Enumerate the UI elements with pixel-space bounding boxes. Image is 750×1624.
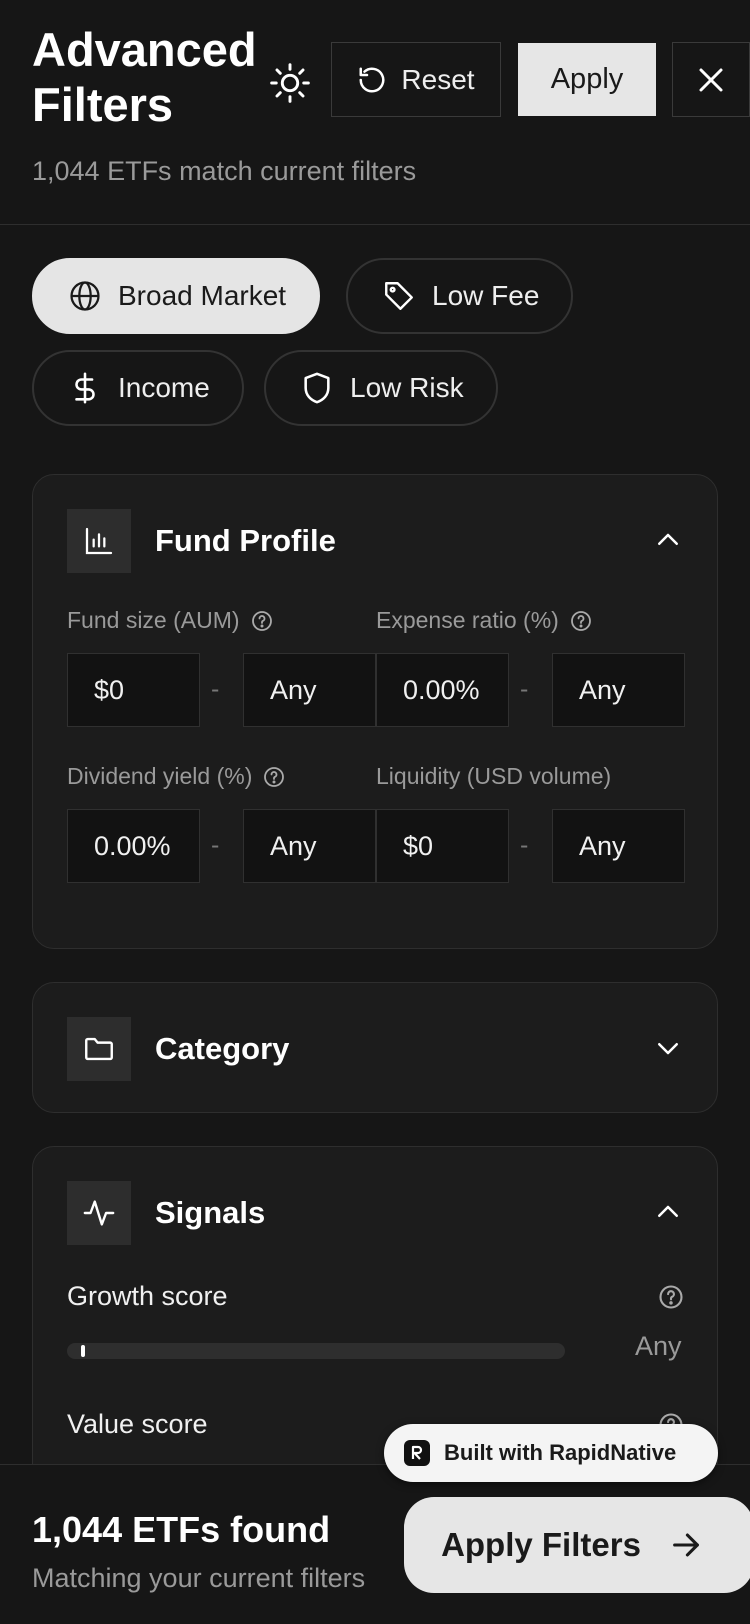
folder-icon-box (67, 1017, 131, 1081)
arrow-right-icon (673, 1533, 699, 1557)
expense-ratio-label-text: Expense ratio (%) (376, 607, 559, 633)
category-card[interactable]: Category (32, 982, 718, 1113)
match-count-subtitle: 1,044 ETFs match current filters (32, 156, 417, 186)
dividend-yield-max-input[interactable]: Any (243, 809, 376, 883)
results-count: 1,044 ETFs found (32, 1509, 331, 1550)
globe-icon (70, 281, 100, 311)
chip-label: Low Fee (432, 280, 540, 311)
liquidity-label: Liquidity (USD volume) (376, 763, 611, 790)
chevron-up-icon[interactable] (653, 1197, 683, 1227)
built-with-badge[interactable]: Built with RapidNative (384, 1424, 718, 1482)
help-icon[interactable] (569, 609, 593, 633)
reset-button[interactable]: Reset (331, 42, 501, 117)
range-separator: - (211, 675, 220, 703)
chevron-down-icon[interactable] (653, 1033, 683, 1063)
theme-toggle-button[interactable] (262, 55, 317, 110)
signals-title: Signals (155, 1195, 266, 1230)
folder-icon (85, 1037, 113, 1061)
fund-profile-card: Fund Profile Fund size (AUM) Expense rat… (32, 474, 718, 949)
fund-size-label-text: Fund size (AUM) (67, 607, 240, 633)
apply-filters-label: Apply Filters (441, 1526, 641, 1563)
dividend-yield-label: Dividend yield (%) (67, 763, 286, 790)
liquidity-max-input[interactable]: Any (552, 809, 685, 883)
value-score-label: Value score (67, 1409, 208, 1439)
growth-score-label: Growth score (67, 1281, 228, 1311)
rapidnative-logo-icon (404, 1440, 430, 1466)
dollar-icon (75, 372, 95, 404)
close-button[interactable] (672, 42, 750, 117)
footer-bar: 1,044 ETFs found Matching your current f… (0, 1464, 750, 1624)
sun-icon (269, 62, 310, 103)
bar-chart-icon (85, 527, 113, 555)
liquidity-min-input[interactable]: $0 (376, 809, 509, 883)
badge-label: Built with RapidNative (444, 1440, 677, 1465)
reset-label: Reset (401, 63, 475, 95)
activity-icon-box (67, 1181, 131, 1245)
close-icon (699, 68, 723, 91)
growth-score-slider[interactable] (67, 1343, 565, 1359)
expense-ratio-label: Expense ratio (%) (376, 607, 593, 634)
fund-size-min-input[interactable]: $0 (67, 653, 200, 727)
growth-score-value: Any (635, 1331, 682, 1361)
chip-low-risk[interactable]: Low Risk (264, 350, 498, 426)
dividend-yield-label-text: Dividend yield (%) (67, 763, 253, 789)
activity-icon (83, 1200, 115, 1226)
slider-thumb[interactable] (81, 1345, 85, 1357)
help-icon[interactable] (657, 1283, 685, 1311)
expense-ratio-max-input[interactable]: Any (552, 653, 685, 727)
reset-icon (359, 67, 385, 92)
results-subtitle: Matching your current filters (32, 1563, 366, 1593)
dividend-yield-min-input[interactable]: 0.00% (67, 809, 200, 883)
help-icon[interactable] (262, 765, 286, 789)
apply-filters-button[interactable]: Apply Filters (404, 1497, 750, 1593)
apply-button[interactable]: Apply (518, 43, 656, 116)
liquidity-label-text: Liquidity (USD volume) (376, 763, 612, 789)
category-title: Category (155, 1031, 290, 1066)
chart-icon-box (67, 509, 131, 573)
fund-size-label: Fund size (AUM) (67, 607, 274, 634)
expense-ratio-min-input[interactable]: 0.00% (376, 653, 509, 727)
range-separator: - (211, 831, 220, 859)
chip-low-fee[interactable]: Low Fee (346, 258, 574, 334)
range-separator: - (520, 675, 529, 703)
tag-icon (385, 282, 413, 310)
help-icon[interactable] (250, 609, 274, 633)
chip-label: Broad Market (118, 280, 287, 311)
chip-broad-market[interactable]: Broad Market (32, 258, 321, 334)
shield-icon (304, 372, 330, 404)
chevron-up-icon[interactable] (653, 525, 683, 555)
fund-profile-title: Fund Profile (155, 523, 336, 558)
chip-label: Income (118, 372, 210, 403)
header: Advanced Filters Reset Apply 1,044 ETFs … (0, 0, 750, 225)
chip-income[interactable]: Income (32, 350, 244, 426)
chip-label: Low Risk (350, 372, 464, 403)
page-title: Advanced Filters (32, 23, 257, 131)
fund-size-max-input[interactable]: Any (243, 653, 376, 727)
range-separator: - (520, 831, 529, 859)
